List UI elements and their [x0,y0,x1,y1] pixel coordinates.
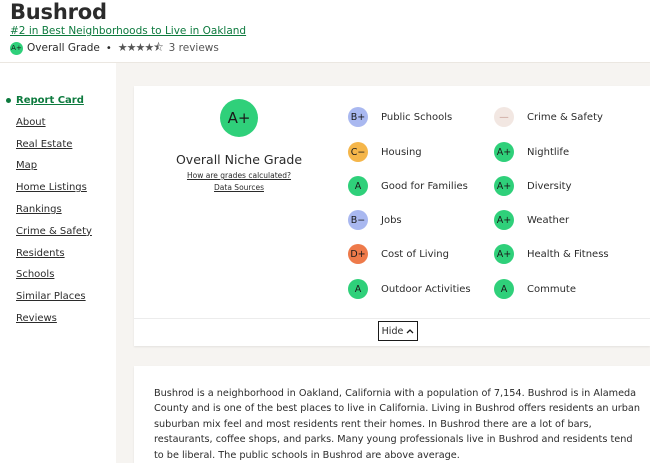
sidebar-item-schools[interactable]: Schools [6,268,106,290]
sidebar-item-real-estate[interactable]: Real Estate [6,138,106,160]
grade-row-public-schools[interactable]: B+ Public Schools [348,106,452,128]
grade-badge: — [494,107,514,127]
sidebar-item-label: Crime & Safety [16,225,92,237]
sidebar-item-label: Real Estate [16,138,73,150]
sidebar-item-residents[interactable]: Residents [6,247,106,269]
report-card: A+ Overall Niche Grade How are grades ca… [134,86,650,346]
grade-row-commute[interactable]: A Commute [494,278,576,300]
overall-grade-line: A+ Overall Grade • ★★★★⯪ 3 reviews [10,40,219,56]
grade-row-outdoor-activities[interactable]: A Outdoor Activities [348,278,471,300]
sidebar-item-label: Similar Places [16,291,86,303]
about-card: Bushrod is a neighborhood in Oakland, Ca… [134,366,650,463]
grade-badge: B+ [348,107,368,127]
reviews-count[interactable]: 3 reviews [169,42,219,54]
grade-badge: A [494,279,514,299]
grade-label: Crime & Safety [527,111,603,123]
separator-dot: • [105,42,112,54]
grade-row-jobs[interactable]: B− Jobs [348,209,402,231]
sidebar-item-label: Report Card [16,95,84,106]
sidebar-item-report-card[interactable]: Report Card [6,94,106,116]
grade-label: Diversity [527,180,572,192]
grade-badge: A+ [494,244,514,264]
grade-row-health-fitness[interactable]: A+ Health & Fitness [494,243,609,265]
grade-badge: A [348,279,368,299]
page-title: Bushrod [10,0,107,24]
grade-label: Good for Families [381,180,468,192]
sidebar-item-label: Reviews [16,312,57,324]
grade-badge: A+ [494,176,514,196]
sidebar-item-reviews[interactable]: Reviews [6,312,106,334]
hide-button-label: Hide [381,325,404,337]
sidebar-item-rankings[interactable]: Rankings [6,203,106,225]
sidebar-item-about[interactable]: About [6,116,106,138]
sidebar-item-label: Schools [16,269,55,281]
grade-label: Outdoor Activities [381,283,471,295]
sidebar-item-crime-safety[interactable]: Crime & Safety [6,225,106,247]
sidebar-item-label: Map [16,160,38,172]
sidebar-item-label: Home Listings [16,182,87,194]
sidebar-item-label: Residents [16,247,65,259]
grade-label: Weather [527,214,570,226]
sidebar-item-similar-places[interactable]: Similar Places [6,290,106,312]
grade-row-good-for-families[interactable]: A Good for Families [348,175,468,197]
grade-row-cost-of-living[interactable]: D+ Cost of Living [348,243,449,265]
grade-badge: C− [348,142,368,162]
overall-niche-grade-label: Overall Niche Grade [175,152,303,167]
grade-label: Health & Fitness [527,248,609,260]
grade-label: Public Schools [381,111,453,123]
active-bullet-icon [6,98,11,103]
grade-badge: A+ [494,142,514,162]
grade-row-weather[interactable]: A+ Weather [494,209,569,231]
sidebar-item-map[interactable]: Map [6,159,106,181]
grade-row-nightlife[interactable]: A+ Nightlife [494,141,569,163]
overall-grade-label: Overall Grade [27,42,100,54]
grade-row-housing[interactable]: C− Housing [348,141,422,163]
grade-label: Nightlife [527,146,570,158]
grade-row-crime-safety[interactable]: — Crime & Safety [494,106,603,128]
grade-badge: B− [348,210,368,230]
data-sources-link[interactable]: Data Sources [134,183,344,192]
grade-badge: A [348,176,368,196]
overall-niche-grade-badge: A+ [220,99,258,137]
sidebar-item-home-listings[interactable]: Home Listings [6,181,106,203]
sidebar-item-label: About [16,116,46,128]
page-header: Bushrod #2 in Best Neighborhoods to Live… [10,0,650,62]
ranking-link[interactable]: #2 in Best Neighborhoods to Live in Oakl… [10,25,246,37]
neighborhood-description: Bushrod is a neighborhood in Oakland, Ca… [154,388,640,461]
grade-label: Commute [527,283,576,295]
grade-badge: D+ [348,244,368,264]
how-grades-calculated-link[interactable]: How are grades calculated? [134,171,344,180]
sidebar-nav: Report Card About Real Estate Map Home L… [6,94,106,334]
hide-button[interactable]: Hide [378,321,418,341]
grade-row-diversity[interactable]: A+ Diversity [494,175,572,197]
grade-label: Housing [381,146,422,158]
card-divider [134,318,650,319]
grade-label: Cost of Living [381,248,449,260]
chevron-up-icon [406,327,414,336]
grade-label: Jobs [381,214,402,226]
overall-grade-badge: A+ [10,41,23,55]
sidebar-item-label: Rankings [16,203,62,215]
star-rating-icon: ★★★★⯪ [117,40,164,54]
grade-badge: A+ [494,210,514,230]
